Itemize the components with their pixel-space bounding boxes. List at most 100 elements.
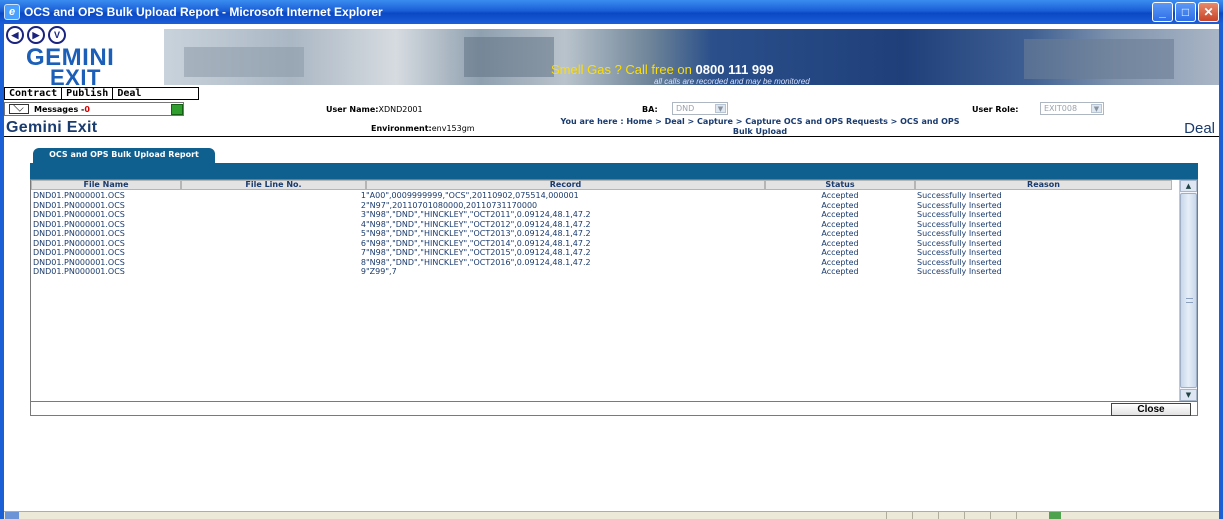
- cell-record: "N97",20110701080000,20110731170000: [366, 200, 538, 210]
- main-menu: Contract Publish Deal: [4, 87, 200, 100]
- forward-circle-icon[interactable]: ▶: [27, 26, 45, 44]
- zone-icon: [1049, 512, 1061, 519]
- table-row[interactable]: DND01.PN000001.OCS 5 "N98","DND","HINCKLEY…: [31, 229, 1172, 239]
- cell-reason: Successfully Inserted: [917, 238, 1002, 248]
- panel-header-bar: [30, 163, 1198, 179]
- table-row[interactable]: DND01.PN000001.OCS 2 "N97",20110701080000,…: [31, 201, 1172, 211]
- cell-status: Accepted: [821, 191, 859, 200]
- cell-status: Accepted: [821, 219, 859, 229]
- cell-record: "N98","DND","HINCKLEY","OCT2016",0.09124…: [366, 257, 591, 267]
- user-role-select[interactable]: EXIT008 ▼: [1040, 102, 1104, 115]
- cell-file-name: DND01.PN000001.OCS: [33, 238, 125, 248]
- cell-reason: Successfully Inserted: [917, 248, 1002, 257]
- table-row[interactable]: DND01.PN000001.OCS 7 "N98","DND","HINCKLEY…: [31, 248, 1172, 258]
- cell-status: Accepted: [821, 248, 859, 257]
- window-title: OCS and OPS Bulk Upload Report - Microso…: [24, 5, 383, 19]
- messages-count: 0: [84, 104, 90, 114]
- cell-status: Accepted: [821, 257, 859, 267]
- col-file-line-no[interactable]: File Line No.: [181, 180, 366, 190]
- col-record[interactable]: Record: [366, 180, 765, 190]
- cell-record: "N98","DND","HINCKLEY","OCT2014",0.09124…: [366, 238, 591, 248]
- cell-file-name: DND01.PN000001.OCS: [33, 219, 125, 229]
- cell-line-no: 3: [360, 210, 366, 219]
- cell-file-name: DND01.PN000001.OCS: [33, 191, 125, 200]
- section-label: Deal: [1184, 120, 1215, 137]
- gas-emergency-text: Smell Gas ? Call free on 0800 111 999: [551, 62, 774, 77]
- ba-select[interactable]: DND ▼: [672, 102, 728, 115]
- cell-reason: Successfully Inserted: [917, 229, 1002, 238]
- user-name-value: XDND2001: [378, 105, 423, 114]
- table-row[interactable]: DND01.PN000001.OCS 4 "N98","DND","HINCKLEY…: [31, 220, 1172, 230]
- col-status[interactable]: Status: [765, 180, 915, 190]
- menu-deal[interactable]: Deal: [113, 88, 198, 99]
- cell-reason: Successfully Inserted: [917, 191, 1002, 200]
- environment-label: Environment:: [371, 124, 432, 133]
- environment-value: env153gm: [431, 124, 475, 133]
- scroll-thumb[interactable]: [1180, 193, 1197, 388]
- cell-status: Accepted: [821, 229, 859, 238]
- chevron-down-icon: ▼: [715, 104, 726, 113]
- breadcrumb: You are here : Home > Deal > Capture > C…: [560, 117, 960, 136]
- menu-contract[interactable]: Contract: [5, 88, 63, 99]
- table-row[interactable]: DND01.PN000001.OCS 1 "A00",0009999999,"OCS…: [31, 191, 1172, 201]
- cell-line-no: 4: [360, 219, 366, 229]
- report-panel: File Name File Line No. Record Status Re…: [30, 179, 1198, 416]
- messages-box[interactable]: Messages - 0: [4, 102, 184, 116]
- panel-divider: [31, 401, 1197, 402]
- cell-reason: Successfully Inserted: [917, 219, 1002, 229]
- back-circle-icon[interactable]: ◀: [6, 26, 24, 44]
- environment: Environment:env153gm: [371, 124, 475, 133]
- vertical-scrollbar[interactable]: ▲ ▼: [1179, 180, 1197, 402]
- table-header: File Name File Line No. Record Status Re…: [31, 180, 1172, 191]
- cell-line-no: 9: [360, 267, 366, 276]
- envelope-icon: [9, 104, 29, 114]
- scroll-down-icon[interactable]: ▼: [1180, 389, 1197, 401]
- scroll-up-icon[interactable]: ▲: [1180, 180, 1197, 192]
- cell-status: Accepted: [821, 200, 859, 210]
- status-bar: [4, 511, 1219, 519]
- v-circle-icon[interactable]: V: [48, 26, 66, 44]
- ie-icon: e: [4, 4, 20, 20]
- ba-select-value: DND: [676, 104, 695, 113]
- col-reason[interactable]: Reason: [915, 180, 1172, 190]
- table-row[interactable]: DND01.PN000001.OCS 8 "N98","DND","HINCKLEY…: [31, 258, 1172, 268]
- table-row[interactable]: DND01.PN000001.OCS 3 "N98","DND","HINCKLEY…: [31, 210, 1172, 220]
- cell-record: "Z99",7: [366, 267, 397, 276]
- cell-line-no: 8: [360, 257, 366, 267]
- cell-file-name: DND01.PN000001.OCS: [33, 210, 125, 219]
- user-name: User Name:XDND2001: [326, 105, 423, 114]
- cell-reason: Successfully Inserted: [917, 200, 1002, 210]
- cell-line-no: 7: [360, 248, 366, 257]
- cell-file-name: DND01.PN000001.OCS: [33, 248, 125, 257]
- refresh-icon[interactable]: [171, 104, 183, 115]
- cell-status: Accepted: [821, 210, 859, 219]
- maximize-button[interactable]: □: [1175, 2, 1196, 22]
- user-role-select-value: EXIT008: [1044, 104, 1078, 113]
- close-window-button[interactable]: ✕: [1198, 2, 1219, 22]
- app-banner: ◀ ▶ V GEMINI EXIT Smell Gas ? Call free …: [4, 24, 1219, 90]
- gas-subtext: all calls are recorded and may be monito…: [654, 77, 810, 86]
- ba-label: BA:: [642, 105, 658, 114]
- cell-record: "N98","DND","HINCKLEY","OCT2011",0.09124…: [366, 210, 591, 219]
- window-titlebar: e OCS and OPS Bulk Upload Report - Micro…: [0, 0, 1223, 24]
- gas-text-label: Smell Gas ? Call free on: [551, 62, 692, 77]
- close-button[interactable]: Close: [1111, 403, 1191, 416]
- col-file-name[interactable]: File Name: [31, 180, 181, 190]
- user-name-label: User Name:: [326, 105, 379, 114]
- user-role-label: User Role:: [972, 105, 1019, 114]
- menu-publish[interactable]: Publish: [62, 88, 114, 99]
- cell-file-name: DND01.PN000001.OCS: [33, 257, 125, 267]
- cell-line-no: 5: [360, 229, 366, 238]
- table-row[interactable]: DND01.PN000001.OCS 9 "Z99",7 Accepted Succes…: [31, 267, 1172, 277]
- nav-circles: ◀ ▶ V: [6, 26, 66, 44]
- table-row[interactable]: DND01.PN000001.OCS 6 "N98","DND","HINCKLEY…: [31, 239, 1172, 249]
- cell-line-no: 2: [360, 200, 366, 210]
- window-frame-right: [1219, 24, 1223, 519]
- chevron-down-icon: ▼: [1091, 104, 1102, 113]
- cell-status: Accepted: [821, 238, 859, 248]
- minimize-button[interactable]: _: [1152, 2, 1173, 22]
- cell-file-name: DND01.PN000001.OCS: [33, 267, 125, 276]
- gas-phone-number: 0800 111 999: [695, 62, 774, 77]
- cell-record: "A00",0009999999,"OCS",20110902,075514,0…: [366, 191, 579, 200]
- page-status-icon: [5, 512, 19, 519]
